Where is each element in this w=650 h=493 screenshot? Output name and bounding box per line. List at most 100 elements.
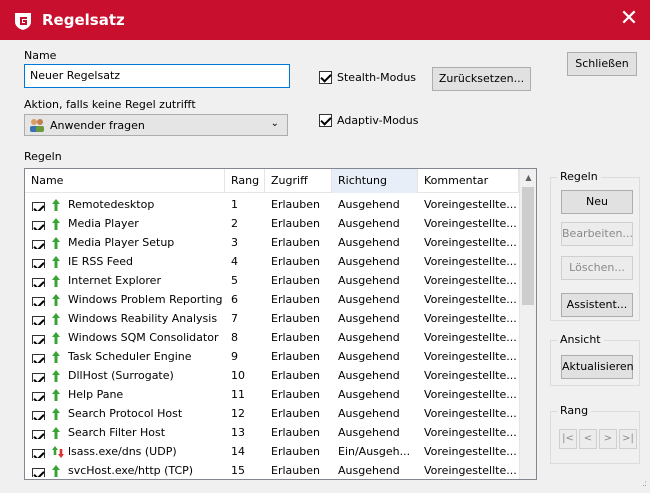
- row-checkbox[interactable]: [32, 407, 45, 420]
- stealth-mode-checkbox[interactable]: Stealth-Modus: [319, 71, 416, 84]
- close-button[interactable]: Schließen: [567, 52, 637, 76]
- table-row[interactable]: Media Player Setup 3 Erlauben Ausgehend Vore…: [25, 233, 519, 252]
- reset-button[interactable]: Zurücksetzen...: [432, 67, 531, 91]
- row-checkbox[interactable]: [32, 369, 45, 382]
- checkbox-checked-icon[interactable]: [319, 114, 332, 127]
- table-row[interactable]: Windows Reability Analysis 7 Erlauben Ausge…: [25, 309, 519, 328]
- gdata-logo-icon: [15, 13, 31, 30]
- cell-direction: Ausgehend: [338, 350, 400, 363]
- table-row[interactable]: Media Player 2 Erlauben Ausgehend Voreingest…: [25, 214, 519, 233]
- name-input[interactable]: Neuer Regelsatz: [24, 64, 290, 88]
- table-row[interactable]: Search Protocol Host 12 Erlauben Ausgehend V…: [25, 404, 519, 423]
- cell-direction: Ausgehend: [338, 255, 400, 268]
- row-checkbox[interactable]: [32, 217, 45, 230]
- row-checkbox[interactable]: [32, 255, 45, 268]
- view-group-title: Ansicht: [557, 333, 604, 346]
- cell-access: Erlauben: [271, 350, 320, 363]
- table-row[interactable]: DllHost (Surrogate) 10 Erlauben Ausgehend Vo…: [25, 366, 519, 385]
- table-row[interactable]: Help Pane 11 Erlauben Ausgehend Voreingestel…: [25, 385, 519, 404]
- action-select[interactable]: Anwender fragen ⌄: [24, 114, 288, 136]
- delete-rule-button[interactable]: Löschen...: [561, 256, 633, 280]
- row-checkbox[interactable]: [32, 236, 45, 249]
- cell-name: IE RSS Feed: [68, 255, 134, 268]
- action-select-value: Anwender fragen: [50, 118, 145, 132]
- cell-comment: Voreingestellte...: [424, 369, 517, 382]
- row-checkbox[interactable]: [32, 274, 45, 287]
- table-row[interactable]: Search Filter Host 13 Erlauben Ausgehend Vor…: [25, 423, 519, 442]
- arrow-up-icon: [51, 274, 61, 288]
- row-checkbox[interactable]: [32, 293, 45, 306]
- column-header-access[interactable]: Zugriff: [265, 169, 332, 193]
- cell-rank: 11: [231, 388, 245, 401]
- rules-label: Regeln: [24, 150, 62, 163]
- column-header-rank[interactable]: Rang: [225, 169, 265, 193]
- table-row[interactable]: lsass.exe/dns (UDP) 14 Erlauben Ein/Ausgeh.…: [25, 442, 519, 461]
- row-checkbox[interactable]: [32, 464, 45, 477]
- table-row[interactable]: IE RSS Feed 4 Erlauben Ausgehend Voreingeste…: [25, 252, 519, 271]
- cell-comment: Voreingestellte...: [424, 331, 517, 344]
- row-checkbox[interactable]: [32, 426, 45, 439]
- vertical-scrollbar[interactable]: ▲: [519, 169, 536, 479]
- row-checkbox[interactable]: [32, 198, 45, 211]
- title-bar: Regelsatz ✕: [0, 0, 650, 40]
- cell-direction: Ausgehend: [338, 388, 400, 401]
- cell-name: Remotedesktop: [68, 198, 155, 211]
- table-row[interactable]: Windows Problem Reporting 6 Erlauben Ausgeh…: [25, 290, 519, 309]
- window-title: Regelsatz: [42, 11, 125, 29]
- cell-name: Media Player Setup: [68, 236, 175, 249]
- table-row[interactable]: Windows SQM Consolidator 8 Erlauben Ausgehe…: [25, 328, 519, 347]
- cell-comment: Voreingestellte...: [424, 293, 517, 306]
- row-checkbox[interactable]: [32, 331, 45, 344]
- cell-name: Search Filter Host: [68, 426, 166, 439]
- rank-prev-button[interactable]: <: [579, 429, 597, 449]
- users-icon: [30, 119, 44, 132]
- cell-rank: 3: [231, 236, 238, 249]
- table-row[interactable]: Task Scheduler Engine 9 Erlauben Ausgehend V…: [25, 347, 519, 366]
- adaptive-mode-checkbox[interactable]: Adaptiv-Modus: [319, 114, 419, 127]
- cell-name: Media Player: [68, 217, 139, 230]
- column-header-direction[interactable]: Richtung: [332, 169, 418, 193]
- row-checkbox[interactable]: [32, 312, 45, 325]
- cell-rank: 12: [231, 407, 245, 420]
- cell-direction: Ausgehend: [338, 274, 400, 287]
- cell-access: Erlauben: [271, 255, 320, 268]
- row-checkbox[interactable]: [32, 350, 45, 363]
- cell-comment: Voreingestellte...: [424, 445, 517, 458]
- column-header-name[interactable]: Name: [25, 169, 225, 193]
- chevron-down-icon: ⌄: [270, 118, 279, 129]
- table-row[interactable]: Remotedesktop 1 Erlauben Ausgehend Voreinges…: [25, 195, 519, 214]
- rank-first-button[interactable]: |<: [559, 429, 577, 449]
- rank-next-button[interactable]: >: [599, 429, 617, 449]
- rules-table[interactable]: Name Rang Zugriff Richtung Kommentar Rem…: [24, 168, 537, 480]
- cell-access: Erlauben: [271, 274, 320, 287]
- cell-rank: 2: [231, 217, 238, 230]
- cell-comment: Voreingestellte...: [424, 274, 517, 287]
- cell-access: Erlauben: [271, 236, 320, 249]
- refresh-button[interactable]: Aktualisieren: [561, 355, 634, 379]
- new-rule-button[interactable]: Neu: [561, 190, 633, 214]
- column-header-comment[interactable]: Kommentar: [418, 169, 519, 193]
- arrow-both-icon: [51, 445, 65, 459]
- table-row[interactable]: svcHost.exe/http (TCP) 15 Erlauben Ausgehen…: [25, 461, 519, 479]
- table-header: Name Rang Zugriff Richtung Kommentar: [25, 169, 519, 193]
- arrow-up-icon: [51, 464, 61, 478]
- cell-access: Erlauben: [271, 464, 320, 477]
- cell-rank: 5: [231, 274, 238, 287]
- rank-last-button[interactable]: >|: [619, 429, 637, 449]
- cell-direction: Ausgehend: [338, 464, 400, 477]
- row-checkbox[interactable]: [32, 388, 45, 401]
- checkbox-checked-icon[interactable]: [319, 71, 332, 84]
- cell-direction: Ausgehend: [338, 236, 400, 249]
- edit-rule-button[interactable]: Bearbeiten...: [561, 222, 633, 246]
- row-checkbox[interactable]: [32, 445, 45, 458]
- name-label: Name: [24, 49, 57, 62]
- cell-direction: Ausgehend: [338, 198, 400, 211]
- wizard-button[interactable]: Assistent...: [561, 293, 633, 317]
- table-row[interactable]: Internet Explorer 5 Erlauben Ausgehend Vorei…: [25, 271, 519, 290]
- arrow-up-icon: [51, 236, 61, 250]
- close-icon[interactable]: ✕: [614, 5, 644, 35]
- scroll-thumb[interactable]: [522, 187, 534, 305]
- scroll-up-icon[interactable]: ▲: [520, 169, 536, 186]
- cell-rank: 8: [231, 331, 238, 344]
- resize-grip-icon[interactable]: .:: [642, 479, 647, 489]
